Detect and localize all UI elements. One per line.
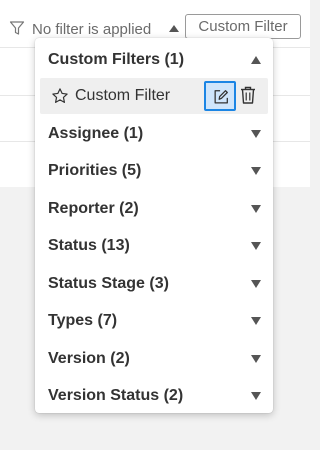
custom-filter-item[interactable]: Custom Filter (40, 78, 268, 114)
custom-filter-button[interactable]: Custom Filter (185, 14, 301, 39)
expand-arrow-icon[interactable] (251, 205, 261, 213)
edit-filter-button[interactable] (204, 81, 236, 111)
filter-dropdown: Custom Filters (1) Custom Filter Assigne… (35, 38, 273, 413)
group-types[interactable]: Types (7) (35, 305, 273, 337)
filter-status-text[interactable]: No filter is applied (32, 21, 151, 39)
group-version-status[interactable]: Version Status (2) (35, 380, 273, 412)
trash-icon (241, 86, 255, 104)
group-priorities[interactable]: Priorities (5) (35, 155, 273, 187)
expand-arrow-icon[interactable] (251, 242, 261, 250)
custom-filter-label: Custom Filter (75, 87, 171, 104)
expand-arrow-icon[interactable] (251, 130, 261, 138)
expand-arrow-icon[interactable] (251, 355, 261, 363)
group-label: Status Stage (3) (48, 275, 169, 292)
group-version[interactable]: Version (2) (35, 343, 273, 375)
edit-icon (214, 90, 228, 104)
group-label: Priorities (5) (48, 162, 142, 179)
group-custom-filters[interactable]: Custom Filters (1) (35, 44, 273, 76)
expand-arrow-icon[interactable] (251, 280, 261, 288)
star-outline-icon[interactable] (51, 87, 69, 105)
group-status[interactable]: Status (13) (35, 230, 273, 262)
group-label: Reporter (2) (48, 200, 139, 217)
caret-up-icon[interactable] (169, 25, 179, 32)
group-label: Status (13) (48, 237, 130, 254)
group-label: Version (2) (48, 350, 130, 367)
group-reporter[interactable]: Reporter (2) (35, 193, 273, 225)
collapse-arrow-icon[interactable] (251, 56, 261, 64)
group-label: Version Status (2) (48, 387, 184, 404)
expand-arrow-icon[interactable] (251, 317, 261, 325)
expand-arrow-icon[interactable] (251, 167, 261, 175)
group-status-stage[interactable]: Status Stage (3) (35, 268, 273, 300)
group-label: Custom Filters (1) (48, 51, 185, 68)
expand-arrow-icon[interactable] (251, 392, 261, 400)
group-assignee[interactable]: Assignee (1) (35, 118, 273, 150)
group-label: Types (7) (48, 312, 118, 329)
delete-filter-button[interactable] (239, 85, 257, 107)
funnel-icon (9, 21, 25, 35)
group-label: Assignee (1) (48, 125, 144, 142)
